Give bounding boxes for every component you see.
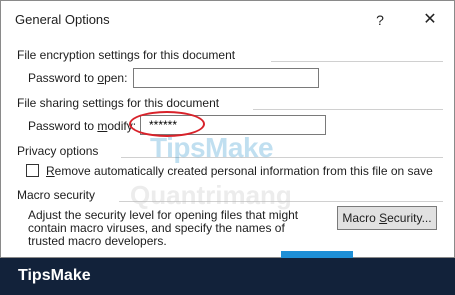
macro-description: Adjust the security level for opening fi… xyxy=(28,208,299,248)
remove-personal-info-checkbox[interactable] xyxy=(26,164,39,177)
general-options-dialog: General Options ? ✕ File encryption sett… xyxy=(0,0,455,259)
open-password-input[interactable] xyxy=(133,68,319,88)
section-divider xyxy=(271,61,443,62)
footer-brand-text: TipsMake xyxy=(18,267,91,284)
sharing-section-header: File sharing settings for this document xyxy=(17,96,220,110)
section-divider xyxy=(119,201,443,202)
open-password-label: Password to open: xyxy=(28,71,128,85)
help-button[interactable]: ? xyxy=(369,9,391,31)
modify-password-input[interactable] xyxy=(140,115,326,135)
privacy-section-header: Privacy options xyxy=(17,144,99,158)
encryption-section-header: File encryption settings for this docume… xyxy=(17,48,236,62)
macro-security-button[interactable]: Macro Security... xyxy=(337,206,437,230)
close-button[interactable]: ✕ xyxy=(419,9,441,31)
section-divider xyxy=(121,157,443,158)
modify-password-label: Password to modify: xyxy=(28,119,137,133)
macro-section-header: Macro security xyxy=(17,188,96,202)
remove-personal-info-label: Remove automatically created personal in… xyxy=(46,164,433,178)
title-bar: General Options ? ✕ xyxy=(1,1,455,39)
section-divider xyxy=(253,109,443,110)
dialog-title: General Options xyxy=(15,12,110,27)
footer-brand-bar: TipsMake xyxy=(0,258,455,295)
